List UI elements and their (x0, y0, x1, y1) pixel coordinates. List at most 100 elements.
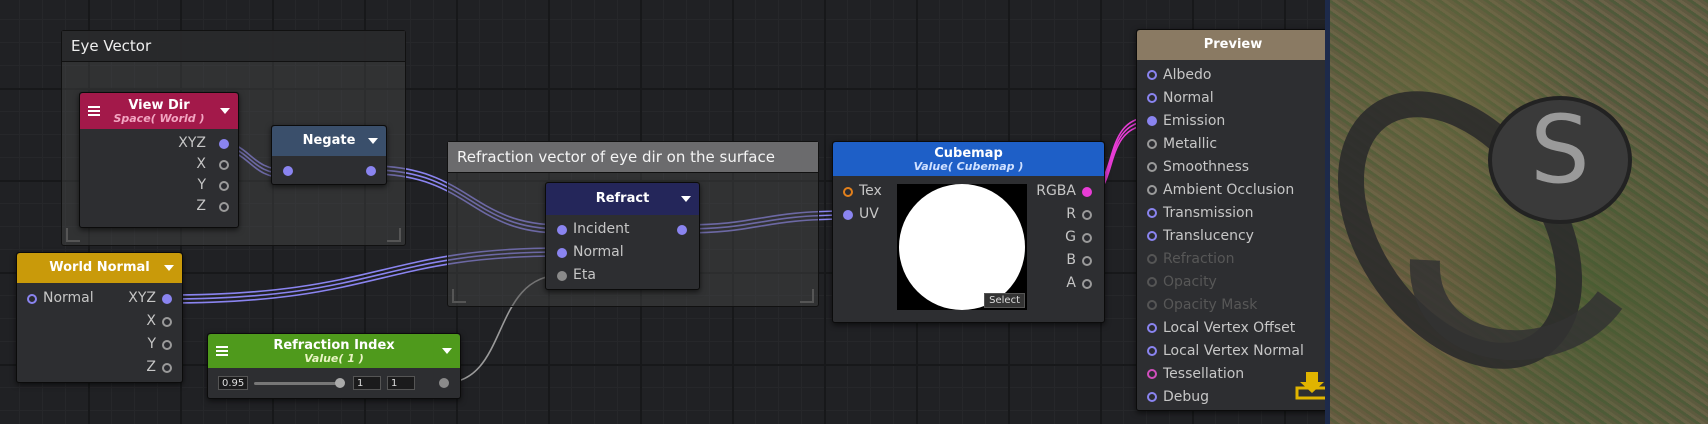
output-g[interactable]: G (1065, 227, 1076, 248)
input-local-vertex-offset[interactable]: Local Vertex Offset (1137, 317, 1329, 340)
output-a[interactable]: A (1066, 273, 1076, 294)
output-port-icon[interactable] (162, 363, 172, 373)
input-port-icon[interactable] (557, 248, 567, 258)
node-subtitle: Value( 1 ) (304, 352, 364, 365)
value-slider-track[interactable] (254, 382, 336, 385)
output-port-icon[interactable] (219, 181, 229, 191)
menu-icon[interactable] (88, 110, 100, 112)
group-resize-right[interactable] (387, 228, 401, 242)
input-local-vertex-normal[interactable]: Local Vertex Normal (1137, 340, 1329, 363)
group-resize-right[interactable] (800, 289, 814, 303)
output-xyz[interactable]: XYZ (128, 288, 156, 309)
input-metallic[interactable]: Metallic (1137, 133, 1329, 156)
output-y[interactable]: Y (147, 334, 156, 355)
node-negate[interactable]: Negate (271, 125, 387, 185)
min-field[interactable]: 1 (353, 376, 381, 390)
input-normal[interactable]: Normal (1137, 87, 1329, 110)
input-ambient-occlusion[interactable]: Ambient Occlusion (1137, 179, 1329, 202)
node-title: Refraction Index (273, 338, 395, 353)
output-y[interactable]: Y (197, 175, 206, 196)
chevron-down-icon[interactable] (681, 196, 691, 202)
chevron-down-icon[interactable] (442, 348, 452, 354)
cubemap-texture-preview[interactable]: Select (897, 184, 1027, 310)
output-port-icon[interactable] (1082, 210, 1092, 220)
input-port-icon[interactable] (27, 294, 37, 304)
output-port-icon[interactable] (677, 225, 687, 235)
menu-icon[interactable] (216, 350, 228, 352)
output-r[interactable]: R (1066, 204, 1076, 225)
output-port-icon[interactable] (1082, 256, 1092, 266)
input-port-icon[interactable] (843, 210, 853, 220)
node-title: Preview (1203, 37, 1263, 52)
select-button[interactable]: Select (984, 293, 1025, 308)
node-cubemap[interactable]: Cubemap Value( Cubemap ) Tex UV Select R… (832, 141, 1105, 323)
input-port-icon[interactable] (283, 166, 293, 176)
output-port-icon[interactable] (162, 294, 172, 304)
node-refract[interactable]: Refract Incident Normal Eta (545, 182, 700, 290)
value-slider-knob[interactable] (335, 378, 345, 388)
group-title: Eye Vector (62, 31, 405, 62)
output-port-icon[interactable] (219, 160, 229, 170)
input-refraction: Refraction (1137, 248, 1329, 271)
input-emission[interactable]: Emission (1137, 110, 1329, 133)
node-header[interactable]: Cubemap Value( Cubemap ) (833, 142, 1104, 176)
node-header[interactable]: View Dir Space( World ) (80, 93, 238, 129)
input-normal[interactable]: Normal (573, 242, 624, 263)
input-albedo[interactable]: Albedo (1137, 64, 1329, 87)
output-x[interactable]: X (146, 311, 156, 332)
input-uv[interactable]: UV (859, 204, 879, 225)
output-port-icon[interactable] (439, 378, 449, 388)
input-transmission[interactable]: Transmission (1137, 202, 1329, 225)
input-port-icon[interactable] (557, 225, 567, 235)
input-eta[interactable]: Eta (573, 265, 596, 286)
max-field[interactable]: 1 (387, 376, 415, 390)
node-preview[interactable]: Preview Albedo Normal Emission Metallic … (1136, 29, 1330, 411)
input-translucency[interactable]: Translucency (1137, 225, 1329, 248)
input-incident[interactable]: Incident (573, 219, 629, 240)
input-port-icon[interactable] (843, 187, 853, 197)
output-port-icon[interactable] (1082, 233, 1092, 243)
node-title: View Dir (128, 98, 190, 113)
output-port-icon[interactable] (162, 340, 172, 350)
input-smoothness[interactable]: Smoothness (1137, 156, 1329, 179)
chevron-down-icon[interactable] (164, 265, 174, 271)
node-header[interactable]: Refract (546, 183, 699, 215)
logo-letter: S (1530, 96, 1590, 205)
output-port-icon[interactable] (162, 317, 172, 327)
sphere-preview (899, 184, 1025, 310)
output-port-icon[interactable] (1082, 187, 1092, 197)
node-header[interactable]: Negate (272, 126, 386, 156)
group-resize-left[interactable] (452, 289, 466, 303)
output-port-icon[interactable] (219, 202, 229, 212)
output-port-icon[interactable] (366, 166, 376, 176)
node-header[interactable]: Refraction Index Value( 1 ) (208, 334, 460, 368)
node-title: Refract (595, 191, 650, 206)
node-header[interactable]: World Normal (17, 253, 182, 283)
output-z[interactable]: Z (146, 357, 156, 378)
node-subtitle: Value( Cubemap ) (913, 160, 1024, 173)
chevron-down-icon[interactable] (368, 138, 378, 144)
input-normal[interactable]: Normal (43, 288, 94, 309)
input-port-icon[interactable] (557, 271, 567, 281)
output-z[interactable]: Z (196, 196, 206, 217)
output-xyz[interactable]: XYZ (178, 133, 206, 154)
group-title: Refraction vector of eye dir on the surf… (448, 142, 818, 173)
download-icon[interactable] (1295, 370, 1329, 400)
output-port-icon[interactable] (219, 139, 229, 149)
node-world-normal[interactable]: World Normal Normal XYZ X Y Z (16, 252, 183, 383)
node-title: World Normal (49, 260, 150, 275)
output-port-icon[interactable] (1082, 279, 1092, 289)
output-b[interactable]: B (1066, 250, 1076, 271)
viewport-3d[interactable]: S (1330, 0, 1708, 424)
output-x[interactable]: X (196, 154, 206, 175)
input-tex[interactable]: Tex (859, 181, 882, 202)
group-resize-left[interactable] (66, 228, 80, 242)
node-header[interactable]: Preview (1137, 30, 1329, 60)
node-view-dir[interactable]: View Dir Space( World ) XYZ X Y Z (79, 92, 239, 228)
value-field[interactable]: 0.95 (218, 376, 248, 390)
node-title: Cubemap (934, 146, 1003, 161)
chevron-down-icon[interactable] (220, 108, 230, 114)
node-refraction-index[interactable]: Refraction Index Value( 1 ) 0.95 1 1 (207, 333, 461, 399)
output-rgba[interactable]: RGBA (1036, 181, 1076, 202)
preview-input-list: Albedo Normal Emission Metallic Smoothne… (1137, 64, 1329, 409)
